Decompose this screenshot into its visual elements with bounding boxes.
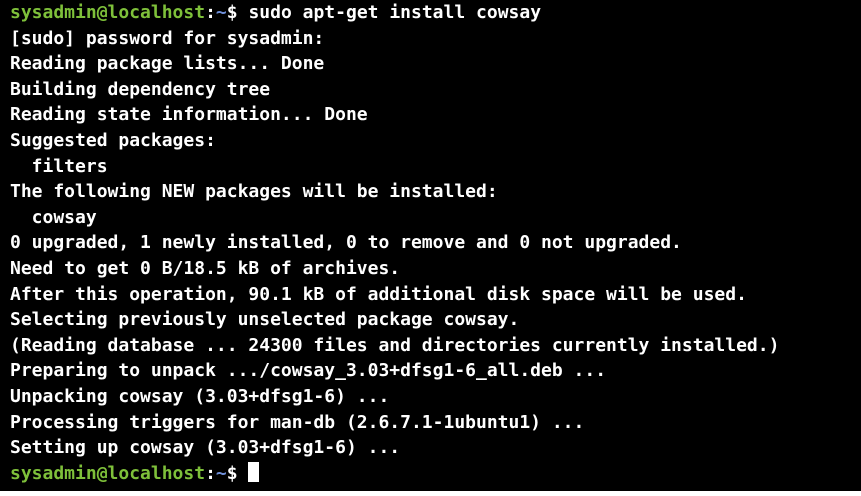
prompt-user-host: sysadmin@localhost <box>10 2 206 23</box>
output-line: Unpacking cowsay (3.03+dfsg1-6) ... <box>10 385 390 407</box>
output-line: Suggested packages: <box>10 129 216 151</box>
prompt-colon: : <box>205 462 216 484</box>
output-line: filters <box>10 155 108 177</box>
command-line: sysadmin@localhost:~$ sudo apt-get insta… <box>10 0 861 26</box>
prompt-colon: : <box>205 2 216 23</box>
output-line: Preparing to unpack .../cowsay_3.03+dfsg… <box>10 360 607 382</box>
prompt-path: ~ <box>215 2 227 23</box>
command-text: sudo apt-get install cowsay <box>248 2 542 23</box>
output-line: Building dependency tree <box>10 78 271 100</box>
text-cursor[interactable] <box>248 461 260 482</box>
output-line: After this operation, 90.1 kB of additio… <box>10 283 747 305</box>
output-line: Need to get 0 B/18.5 kB of archives. <box>10 257 401 279</box>
prompt-user-host: sysadmin@localhost <box>10 462 206 484</box>
output-line: Selecting previously unselected package … <box>10 309 520 331</box>
output-line: cowsay <box>10 206 97 228</box>
terminal-window[interactable]: sysadmin@localhost:~$ sudo apt-get insta… <box>0 0 861 491</box>
current-prompt-line[interactable]: sysadmin@localhost:~$ <box>10 461 861 487</box>
prompt-symbol: $ <box>226 2 249 23</box>
prompt-symbol: $ <box>226 462 249 484</box>
output-line: [sudo] password for sysadmin: <box>10 27 325 49</box>
prompt-path: ~ <box>215 462 227 484</box>
output-line: Processing triggers for man-db (2.6.7.1-… <box>10 411 585 433</box>
output-line: The following NEW packages will be insta… <box>10 181 498 203</box>
output-line: 0 upgraded, 1 newly installed, 0 to remo… <box>10 232 682 254</box>
output-line: (Reading database ... 24300 files and di… <box>10 334 780 356</box>
output-line: Setting up cowsay (3.03+dfsg1-6) ... <box>10 437 401 459</box>
output-line: Reading state information... Done <box>10 104 368 126</box>
output-line: Reading package lists... Done <box>10 53 325 75</box>
